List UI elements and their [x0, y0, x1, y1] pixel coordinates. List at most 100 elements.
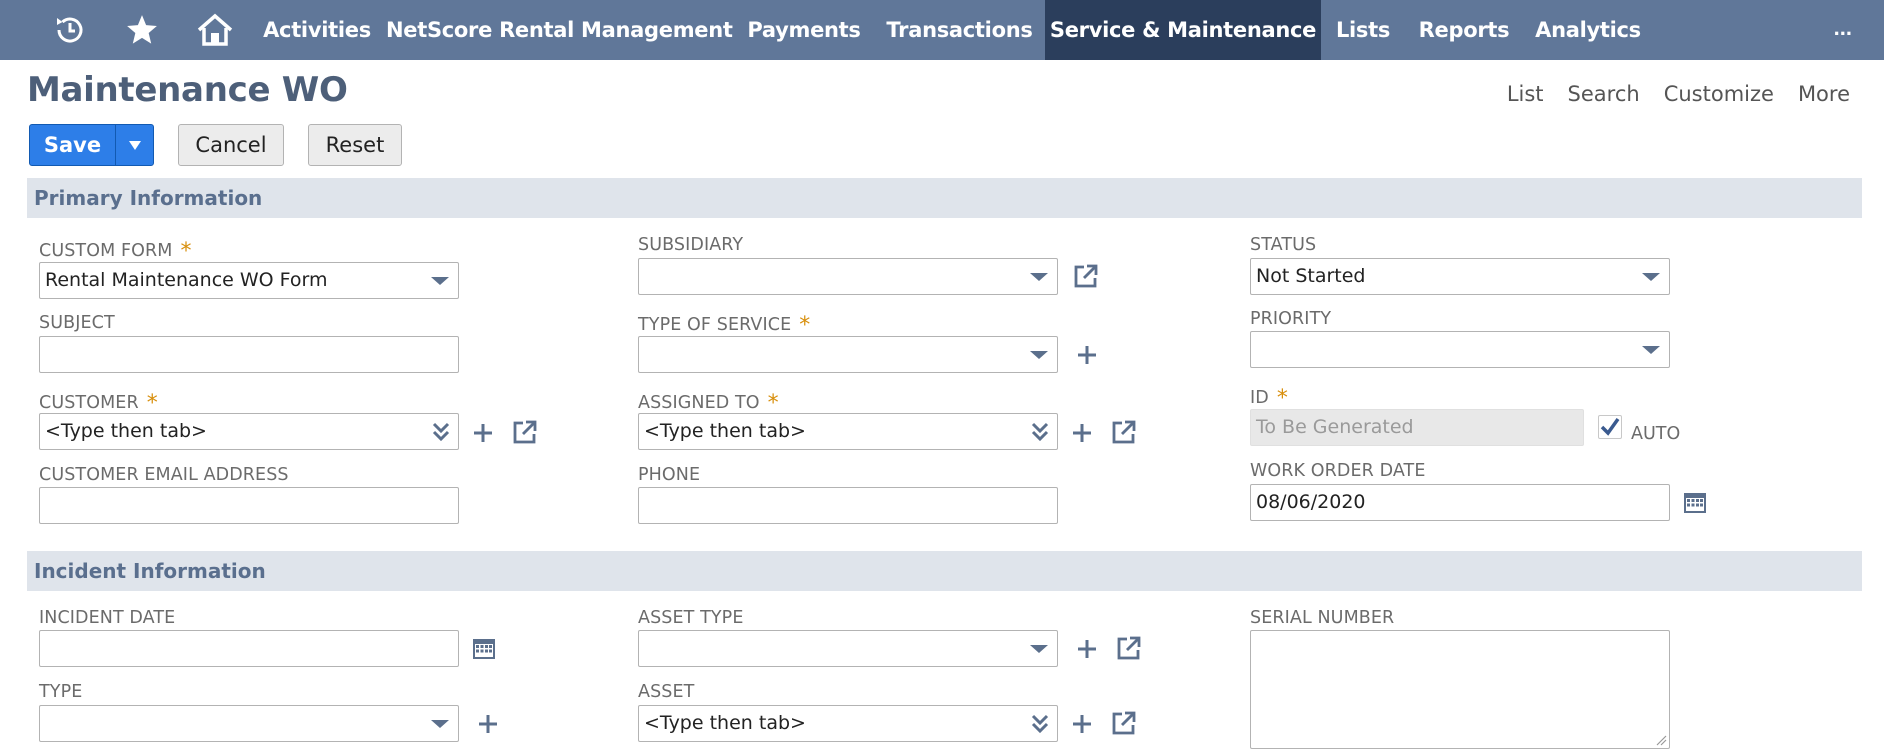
- nav-lists[interactable]: Lists: [1324, 0, 1402, 60]
- save-options-dropdown[interactable]: [115, 125, 153, 165]
- section-primary-information[interactable]: Primary Information: [27, 178, 1862, 218]
- link-customize[interactable]: Customize: [1664, 82, 1774, 106]
- open-asset-type-icon[interactable]: [1116, 635, 1142, 661]
- open-subsidiary-icon[interactable]: [1073, 263, 1099, 289]
- customer-value: <Type then tab>: [45, 420, 207, 442]
- open-assignee-icon[interactable]: [1111, 419, 1137, 445]
- custom-form-label: CUSTOM FORM *: [39, 239, 192, 264]
- required-marker: *: [799, 313, 811, 338]
- auto-id-checkbox[interactable]: [1598, 415, 1622, 439]
- checkmark-icon: [1600, 417, 1620, 436]
- subsidiary-select[interactable]: [638, 258, 1058, 295]
- top-navigation: Activities NetScore Rental Management Pa…: [0, 0, 1884, 60]
- resize-handle-icon[interactable]: [1655, 734, 1667, 746]
- nav-analytics[interactable]: Analytics: [1526, 0, 1650, 60]
- page-title: Maintenance WO: [27, 70, 348, 110]
- custom-form-select[interactable]: Rental Maintenance WO Form: [39, 262, 459, 299]
- section-incident-information[interactable]: Incident Information: [27, 551, 1862, 591]
- customer-input[interactable]: <Type then tab>: [39, 413, 459, 450]
- customer-email-label: CUSTOMER EMAIL ADDRESS: [39, 465, 289, 485]
- add-asset-plus-icon[interactable]: [1071, 713, 1093, 735]
- id-value: To Be Generated: [1256, 416, 1414, 438]
- add-assignee-plus-icon[interactable]: [1071, 422, 1093, 444]
- nav-more-menu[interactable]: ...: [1834, 0, 1852, 60]
- dropdown-arrow-icon: [1642, 346, 1660, 354]
- reset-button[interactable]: Reset: [308, 124, 402, 166]
- calendar-icon[interactable]: [1683, 490, 1707, 514]
- dropdown-arrow-icon: [1030, 273, 1048, 281]
- nav-service-maintenance[interactable]: Service & Maintenance: [1045, 0, 1321, 60]
- double-chevron-down-icon[interactable]: [1031, 422, 1049, 442]
- caret-down-icon: [128, 141, 141, 150]
- serial-number-label: SERIAL NUMBER: [1250, 608, 1395, 628]
- required-marker: *: [1276, 386, 1288, 411]
- priority-label: PRIORITY: [1250, 309, 1332, 329]
- nav-activities[interactable]: Activities: [253, 0, 381, 60]
- add-asset-type-plus-icon[interactable]: [1076, 638, 1098, 660]
- id-input: To Be Generated: [1250, 409, 1584, 446]
- incident-date-label: INCIDENT DATE: [39, 608, 176, 628]
- dropdown-arrow-icon: [1030, 351, 1048, 359]
- asset-value: <Type then tab>: [644, 712, 806, 734]
- double-chevron-down-icon[interactable]: [1031, 714, 1049, 734]
- open-customer-icon[interactable]: [512, 419, 538, 445]
- add-type-plus-icon[interactable]: [477, 713, 499, 735]
- section-title: Incident Information: [34, 559, 266, 583]
- assigned-to-value: <Type then tab>: [644, 420, 806, 442]
- asset-type-label: ASSET TYPE: [638, 608, 744, 628]
- asset-label: ASSET: [638, 682, 695, 702]
- nav-payments[interactable]: Payments: [737, 0, 871, 60]
- id-label: ID *: [1250, 386, 1288, 411]
- dropdown-arrow-icon: [1642, 273, 1660, 281]
- nav-netscore-rental-management[interactable]: NetScore Rental Management: [386, 0, 733, 60]
- serial-number-textarea[interactable]: [1250, 630, 1670, 749]
- type-label: TYPE: [39, 682, 83, 702]
- status-select[interactable]: Not Started: [1250, 258, 1670, 295]
- status-value: Not Started: [1256, 265, 1366, 287]
- calendar-icon[interactable]: [472, 636, 496, 660]
- cancel-button[interactable]: Cancel: [178, 124, 284, 166]
- type-of-service-select[interactable]: [638, 336, 1058, 373]
- customer-email-input[interactable]: [39, 487, 459, 524]
- type-of-service-label: TYPE OF SERVICE *: [638, 313, 811, 338]
- auto-label: AUTO: [1631, 424, 1681, 444]
- work-order-date-label: WORK ORDER DATE: [1250, 461, 1426, 481]
- recent-icon[interactable]: [40, 0, 100, 60]
- section-title: Primary Information: [34, 186, 263, 210]
- phone-input[interactable]: [638, 487, 1058, 524]
- nav-reports[interactable]: Reports: [1410, 0, 1518, 60]
- add-type-of-service-plus-icon[interactable]: [1076, 344, 1098, 366]
- double-chevron-down-icon[interactable]: [432, 422, 450, 442]
- home-icon[interactable]: [185, 0, 245, 60]
- phone-label: PHONE: [638, 465, 701, 485]
- custom-form-value: Rental Maintenance WO Form: [45, 269, 328, 291]
- nav-transactions[interactable]: Transactions: [876, 0, 1043, 60]
- incident-date-input[interactable]: [39, 630, 459, 667]
- dropdown-arrow-icon: [431, 277, 449, 285]
- star-icon[interactable]: [112, 0, 172, 60]
- link-list[interactable]: List: [1507, 82, 1544, 106]
- priority-select[interactable]: [1250, 331, 1670, 368]
- status-label: STATUS: [1250, 235, 1317, 255]
- customer-label: CUSTOMER *: [39, 391, 158, 416]
- dropdown-arrow-icon: [1030, 645, 1048, 653]
- page-links: List Search Customize More: [1507, 82, 1850, 106]
- subsidiary-label: SUBSIDIARY: [638, 235, 744, 255]
- link-search[interactable]: Search: [1568, 82, 1640, 106]
- required-marker: *: [180, 239, 192, 264]
- work-order-date-value: 08/06/2020: [1256, 491, 1366, 513]
- assigned-to-input[interactable]: <Type then tab>: [638, 413, 1058, 450]
- add-customer-plus-icon[interactable]: [472, 422, 494, 444]
- subject-label: SUBJECT: [39, 313, 115, 333]
- work-order-date-input[interactable]: 08/06/2020: [1250, 484, 1670, 521]
- assigned-to-label: ASSIGNED TO *: [638, 391, 779, 416]
- link-more[interactable]: More: [1798, 82, 1850, 106]
- dropdown-arrow-icon: [431, 720, 449, 728]
- asset-input[interactable]: <Type then tab>: [638, 705, 1058, 742]
- subject-input[interactable]: [39, 336, 459, 373]
- save-button-group: Save: [29, 124, 154, 166]
- save-button[interactable]: Save: [30, 125, 115, 165]
- type-select[interactable]: [39, 705, 459, 742]
- asset-type-select[interactable]: [638, 630, 1058, 667]
- open-asset-icon[interactable]: [1111, 710, 1137, 736]
